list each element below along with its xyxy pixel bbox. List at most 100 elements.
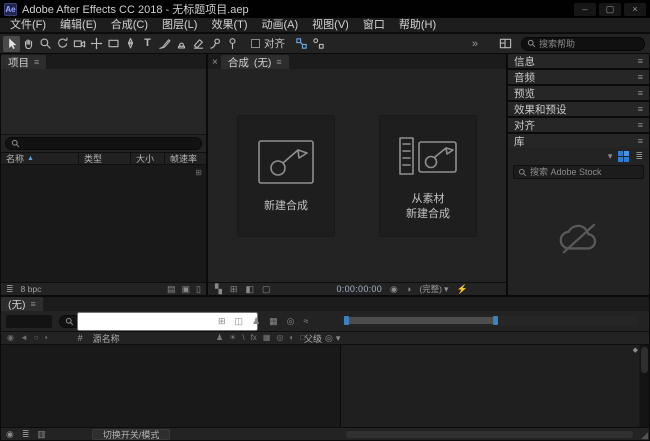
audio-mute-icon[interactable]: ◄ (20, 334, 28, 342)
project-bit-depth[interactable]: 8 bpc (21, 284, 42, 294)
navigator-start-handle[interactable] (344, 316, 349, 325)
audio-panel-tab[interactable]: 音频 ≡ (508, 70, 649, 84)
timeline-track-area[interactable]: ◆ (340, 345, 639, 427)
selection-tool-button[interactable] (3, 36, 20, 52)
graph-editor-icon[interactable]: ≈ (304, 317, 309, 326)
expand-in-out-panes-icon[interactable]: ▥ (37, 430, 46, 439)
menu-effect[interactable]: 效果(T) (204, 18, 254, 33)
menu-file[interactable]: 文件(F) (3, 18, 53, 33)
project-flowchart-icon[interactable]: ⊞ (195, 168, 202, 177)
vertical-scrollbar-thumb[interactable] (641, 347, 648, 373)
text-tool-button[interactable]: T (139, 36, 156, 52)
new-composition-icon[interactable]: ▣ (182, 285, 191, 294)
frame-blend-switch-icon[interactable]: ▦ (263, 334, 271, 342)
roto-brush-tool-button[interactable] (207, 36, 224, 52)
frame-blending-icon[interactable]: ▦ (269, 317, 278, 326)
quality-icon[interactable]: \ (242, 334, 244, 342)
column-size[interactable]: 大小 (131, 153, 165, 164)
lock-icon[interactable]: ▪ (45, 334, 48, 342)
timeline-horizontal-scrollbar[interactable] (346, 431, 633, 438)
solo-icon[interactable]: ○ (34, 334, 39, 342)
minimize-button[interactable]: – (574, 3, 596, 16)
workspace-button[interactable] (497, 36, 514, 52)
expand-layer-switches-icon[interactable]: ◉ (6, 430, 14, 439)
effects-icon[interactable]: fx (251, 334, 257, 342)
panel-menu-icon[interactable]: ≡ (638, 137, 643, 146)
hide-shy-layers-icon[interactable]: ♟ (252, 317, 260, 326)
new-folder-icon[interactable]: ▤ (167, 285, 176, 294)
maximize-button[interactable]: ▢ (599, 3, 621, 16)
comp-marker-bin-icon[interactable]: ◆ (633, 346, 638, 354)
interpret-footage-icon[interactable]: ≣ (6, 285, 14, 294)
column-framerate[interactable]: 帧速率 (165, 153, 206, 164)
panel-menu-icon[interactable]: ≡ (638, 121, 643, 130)
effects-presets-panel-tab[interactable]: 效果和预设 ≡ (508, 102, 649, 116)
motion-blur-switch-icon[interactable]: ◎ (276, 334, 283, 342)
panel-menu-icon[interactable]: ≡ (34, 58, 39, 67)
transparency-grid-icon[interactable]: ▚ (215, 285, 222, 294)
parent-column[interactable]: 父级 ◎ ▾ (304, 332, 340, 345)
mask-visibility-icon[interactable]: ◧ (245, 285, 254, 294)
adobe-stock-search-box[interactable] (513, 165, 644, 179)
preview-panel-tab[interactable]: 预览 ≡ (508, 86, 649, 100)
libraries-panel-tab[interactable]: 库 ≡ (508, 134, 649, 148)
resolution-dropdown[interactable]: (完整) ▾ (419, 283, 448, 295)
delete-icon[interactable]: ▯ (196, 285, 201, 294)
panel-menu-icon[interactable]: ≡ (638, 105, 643, 114)
rotation-tool-button[interactable] (54, 36, 71, 52)
timeline-search-box[interactable] (59, 315, 141, 328)
hand-tool-button[interactable] (20, 36, 37, 52)
panel-menu-icon[interactable]: ≡ (638, 57, 643, 66)
navigator-thumb[interactable] (346, 317, 496, 324)
clone-stamp-tool-button[interactable] (173, 36, 190, 52)
shape-tool-button[interactable] (105, 36, 122, 52)
timeline-timecode-field[interactable] (6, 315, 52, 328)
menu-animation[interactable]: 动画(A) (255, 18, 306, 33)
toggle-switches-modes-button[interactable]: 切换开关/模式 (92, 429, 171, 440)
panel-grip-icon[interactable]: × (212, 57, 218, 68)
project-item-list[interactable]: ⊞ (1, 165, 206, 282)
help-search-input[interactable] (539, 39, 639, 49)
column-type[interactable]: 类型 (79, 153, 131, 164)
menu-layer[interactable]: 图层(L) (155, 18, 204, 33)
panel-menu-icon[interactable]: ≡ (638, 89, 643, 98)
align-panel-tab[interactable]: 对齐 ≡ (508, 118, 649, 132)
creative-cloud-icon[interactable] (618, 151, 629, 162)
panel-menu-icon[interactable]: ≡ (276, 58, 281, 67)
camera-tool-button[interactable] (71, 36, 88, 52)
pen-tool-button[interactable] (122, 36, 139, 52)
show-channel-icon[interactable]: ◑ (406, 285, 411, 294)
project-search-input[interactable] (23, 139, 196, 149)
draft-3d-icon[interactable]: ◫ (235, 317, 244, 326)
menu-view[interactable]: 视图(V) (305, 18, 356, 33)
snap-checkbox[interactable] (251, 39, 260, 48)
fast-preview-icon[interactable]: ⚡ (457, 285, 468, 294)
motion-blur-icon[interactable]: ◎ (287, 317, 295, 326)
layer-number-column[interactable]: # (78, 333, 83, 343)
adobe-stock-search-input[interactable] (530, 167, 639, 177)
menu-composition[interactable]: 合成(C) (104, 18, 155, 33)
eraser-tool-button[interactable] (190, 36, 207, 52)
info-panel-tab[interactable]: 信息 ≡ (508, 54, 649, 68)
project-tab[interactable]: 项目 ≡ (1, 55, 46, 69)
expand-transfer-controls-icon[interactable]: ≣ (22, 430, 30, 439)
menu-edit[interactable]: 编辑(E) (53, 18, 104, 33)
menu-window[interactable]: 窗口 (356, 18, 392, 33)
navigator-end-handle[interactable] (493, 316, 498, 325)
puppet-pin-tool-button[interactable] (224, 36, 241, 52)
brush-tool-button[interactable] (156, 36, 173, 52)
grid-options-icon[interactable]: ⊞ (230, 285, 238, 294)
panel-menu-icon[interactable]: ≡ (31, 300, 36, 309)
snapshot-icon[interactable]: ◉ (390, 285, 398, 294)
pick-whip-icon[interactable]: ◎ (325, 334, 333, 343)
composition-timecode[interactable]: 0:00:00:00 (337, 284, 383, 294)
column-name[interactable]: 名称 ▲ (1, 153, 79, 164)
toolbar-overflow-button[interactable]: » (472, 38, 478, 50)
composition-tab[interactable]: 合成 (无) ≡ (221, 55, 289, 69)
new-composition-tile[interactable]: 新建合成 (237, 115, 335, 237)
list-view-icon[interactable]: ≣ (635, 152, 643, 161)
new-composition-from-footage-tile[interactable]: 从素材 新建合成 (379, 115, 477, 237)
region-of-interest-icon[interactable]: ▢ (262, 285, 271, 294)
collapse-transform-icon[interactable]: ☀ (229, 334, 236, 342)
library-dropdown-chevron-icon[interactable]: ▾ (608, 152, 613, 161)
